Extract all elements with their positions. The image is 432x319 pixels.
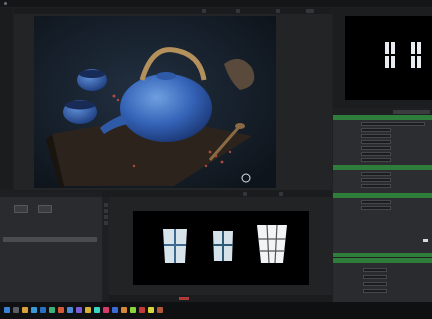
app-icon[interactable] bbox=[139, 307, 145, 313]
status-red-badge bbox=[179, 297, 189, 300]
settings-field[interactable] bbox=[363, 282, 387, 286]
window-renders-image bbox=[133, 211, 309, 285]
settings-field[interactable] bbox=[363, 289, 387, 293]
app-icon[interactable] bbox=[148, 307, 154, 313]
window-render-3 bbox=[257, 224, 287, 264]
viewer-toolbar bbox=[14, 8, 332, 14]
section-header[interactable] bbox=[333, 193, 432, 198]
preview-image bbox=[345, 16, 432, 100]
folder-icon[interactable] bbox=[22, 307, 28, 313]
app-icon[interactable] bbox=[121, 307, 127, 313]
window-render-1 bbox=[163, 229, 187, 263]
main-viewer bbox=[14, 8, 332, 198]
properties-panel bbox=[333, 109, 432, 257]
settings-panel bbox=[333, 258, 432, 302]
app-icon[interactable] bbox=[94, 307, 100, 313]
property-field[interactable] bbox=[361, 184, 391, 188]
tab-properties-1[interactable] bbox=[335, 110, 339, 114]
property-field[interactable] bbox=[361, 172, 391, 176]
app-icon[interactable] bbox=[67, 307, 73, 313]
section-header[interactable] bbox=[333, 165, 432, 170]
windows-icon[interactable] bbox=[4, 307, 10, 313]
property-field[interactable] bbox=[361, 206, 391, 210]
browser-icon[interactable] bbox=[31, 307, 37, 313]
property-field[interactable] bbox=[361, 128, 391, 132]
settings-field[interactable] bbox=[363, 268, 387, 272]
list-item[interactable] bbox=[3, 237, 97, 242]
app-icon[interactable] bbox=[112, 307, 118, 313]
section-header[interactable] bbox=[333, 115, 432, 120]
settings-header bbox=[333, 258, 432, 263]
layers-panel bbox=[0, 191, 102, 302]
material-panel bbox=[103, 191, 332, 302]
viewer-toolbar-item[interactable] bbox=[276, 9, 280, 13]
viewer-toolbar-item[interactable] bbox=[202, 9, 206, 13]
property-field[interactable] bbox=[361, 200, 391, 204]
preview-panel bbox=[333, 8, 432, 108]
app-icon[interactable] bbox=[103, 307, 109, 313]
render-preview-image bbox=[34, 16, 276, 188]
property-field[interactable] bbox=[361, 152, 391, 156]
layers-panel-title bbox=[0, 191, 102, 197]
mail-icon[interactable] bbox=[40, 307, 46, 313]
property-row bbox=[333, 205, 432, 211]
settings-field[interactable] bbox=[363, 275, 387, 279]
tab-properties-3[interactable] bbox=[393, 110, 430, 114]
viewer-toolbar-item[interactable] bbox=[236, 9, 240, 13]
status-strip bbox=[333, 253, 432, 257]
material-toolbar-item[interactable] bbox=[279, 192, 283, 196]
material-toolbar-item[interactable] bbox=[243, 192, 247, 196]
sidebar-tool-icon[interactable] bbox=[104, 221, 108, 225]
property-field[interactable] bbox=[361, 146, 391, 150]
title-bar bbox=[0, 0, 432, 7]
property-field[interactable] bbox=[361, 178, 391, 182]
property-row bbox=[333, 183, 432, 189]
app-icon[interactable] bbox=[58, 307, 64, 313]
search-icon[interactable] bbox=[13, 307, 19, 313]
app-icon[interactable] bbox=[85, 307, 91, 313]
teapot-scene bbox=[34, 16, 276, 188]
window-render-2 bbox=[213, 231, 233, 261]
sidebar-tool-icon[interactable] bbox=[104, 215, 108, 219]
sidebar-tool-icon[interactable] bbox=[104, 209, 108, 213]
app-icon[interactable] bbox=[76, 307, 82, 313]
material-footer bbox=[109, 295, 332, 302]
tool-button[interactable] bbox=[38, 205, 52, 213]
property-field[interactable] bbox=[361, 134, 391, 138]
app-icon[interactable] bbox=[130, 307, 136, 313]
app-menu-icon[interactable] bbox=[4, 2, 7, 5]
property-field[interactable] bbox=[361, 140, 391, 144]
property-row bbox=[333, 157, 432, 163]
material-sidebar bbox=[103, 197, 109, 302]
sidebar-tool-icon[interactable] bbox=[104, 203, 108, 207]
app-icon[interactable] bbox=[49, 307, 55, 313]
os-taskbar bbox=[0, 302, 432, 319]
tool-button[interactable] bbox=[14, 205, 28, 213]
tab-properties-2[interactable] bbox=[361, 110, 365, 114]
add-icon[interactable] bbox=[423, 239, 428, 242]
teapot-shape bbox=[120, 74, 212, 142]
property-field[interactable] bbox=[361, 122, 425, 126]
material-panel-header bbox=[103, 191, 332, 197]
left-gutter bbox=[0, 8, 13, 190]
list-item[interactable] bbox=[3, 245, 97, 250]
app-icon[interactable] bbox=[157, 307, 163, 313]
viewer-toggle[interactable] bbox=[306, 9, 314, 13]
property-field[interactable] bbox=[361, 158, 391, 162]
